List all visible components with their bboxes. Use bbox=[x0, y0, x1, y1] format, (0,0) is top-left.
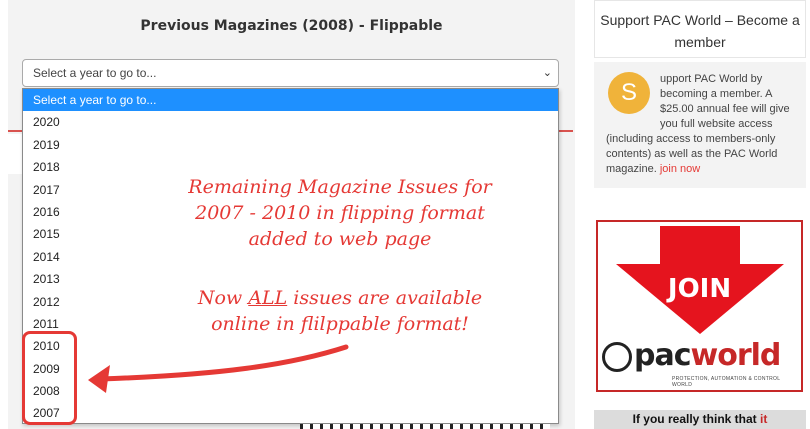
support-card: Support PAC World – Become a member bbox=[594, 0, 806, 58]
join-now-link[interactable]: join now bbox=[660, 163, 700, 175]
join-label: JOIN bbox=[667, 274, 732, 304]
dropdown-option[interactable]: Select a year to go to... bbox=[23, 89, 558, 112]
annotation-line: 2007 - 2010 in flipping format bbox=[195, 202, 485, 224]
page-title: Previous Magazines (2008) - Flippable bbox=[140, 18, 443, 34]
year-select-value: Select a year to go to... bbox=[33, 66, 157, 80]
membership-text: upport PAC World by becoming a member. A… bbox=[606, 72, 800, 177]
logo-world: world bbox=[690, 338, 782, 373]
dropdown-option[interactable]: 2020 bbox=[23, 111, 558, 133]
support-title: Support PAC World – Become a member bbox=[600, 12, 800, 50]
promo-emphasis: it bbox=[760, 412, 768, 426]
annotation-line: Remaining Magazine Issues for bbox=[188, 176, 492, 198]
promo-text: If you really think that bbox=[632, 412, 760, 426]
annotation-note-1: Remaining Magazine Issues for 2007 - 201… bbox=[150, 174, 530, 252]
logo-pac: pac bbox=[634, 338, 692, 373]
promo-strip: If you really think that it bbox=[594, 410, 806, 429]
globe-icon bbox=[602, 342, 632, 372]
annotation-note-2: Now ALL issues are available online in f… bbox=[150, 285, 530, 337]
pacworld-logo: pacworld PROTECTION, AUTOMATION & CONTRO… bbox=[602, 338, 798, 388]
dropdown-option[interactable]: 2019 bbox=[23, 134, 558, 156]
highlight-box bbox=[22, 331, 77, 425]
background-fragment bbox=[8, 134, 22, 174]
membership-card: S upport PAC World by becoming a member.… bbox=[594, 62, 806, 188]
annotation-line: Now ALL issues are available bbox=[150, 285, 530, 311]
annotation-line: added to web page bbox=[248, 228, 432, 250]
background-fragment bbox=[300, 424, 550, 429]
year-select[interactable]: Select a year to go to... ⌄ bbox=[22, 59, 559, 87]
annotation-text: Now bbox=[197, 287, 249, 309]
dropdown-option[interactable]: 2007 bbox=[23, 402, 558, 424]
logo-wordmark: pacworld bbox=[634, 338, 782, 373]
logo-tagline: PROTECTION, AUTOMATION & CONTROL WORLD bbox=[672, 376, 781, 388]
join-banner[interactable]: JOIN pacworld PROTECTION, AUTOMATION & C… bbox=[596, 220, 803, 392]
annotation-emphasis: ALL bbox=[248, 287, 288, 309]
annotation-text: issues are available bbox=[287, 287, 483, 309]
chevron-down-icon: ⌄ bbox=[542, 67, 552, 79]
pointer-arrow-icon bbox=[88, 344, 349, 393]
annotation-line: online in flilppable format! bbox=[211, 313, 469, 335]
